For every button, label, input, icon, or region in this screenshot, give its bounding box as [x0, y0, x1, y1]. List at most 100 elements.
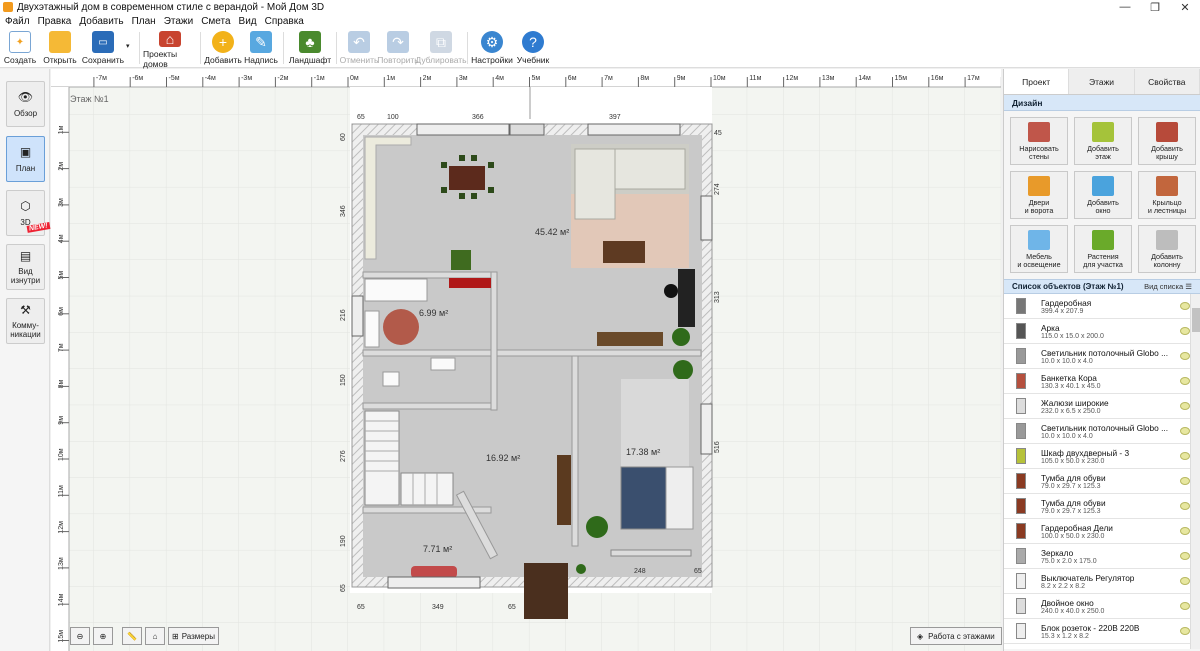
object-list-item[interactable]: Тумба для обуви 79.0 x 29.7 x 125.3 — [1004, 494, 1200, 519]
object-list-item[interactable]: Светильник потолочный Globo ... 10.0 x 10… — [1004, 419, 1200, 444]
object-list-item[interactable]: Арка 115.0 x 15.0 x 200.0 — [1004, 319, 1200, 344]
bedroom-window[interactable] — [610, 549, 692, 557]
visibility-eye-icon[interactable] — [1180, 577, 1190, 585]
bench-red[interactable] — [449, 278, 491, 288]
redo-button[interactable]: ↷ Повторить — [377, 28, 419, 68]
object-list-item[interactable]: Зеркало 75.0 x 2.0 x 175.0 — [1004, 544, 1200, 569]
object-list-item[interactable]: Жалюзи широкие 232.0 x 6.5 x 250.0 — [1004, 394, 1200, 419]
furniture-button[interactable]: Мебель и освещение — [1010, 225, 1068, 273]
overview-mode-button[interactable]: 👁 Обзор — [6, 81, 45, 127]
scrollbar-thumb[interactable] — [1192, 308, 1200, 332]
green-rug[interactable] — [451, 250, 471, 270]
open-button[interactable]: Открыть — [40, 28, 80, 68]
sideboard[interactable] — [597, 332, 663, 346]
bathtub[interactable] — [364, 278, 428, 302]
window[interactable] — [587, 123, 681, 136]
add-floor-button[interactable]: Добавить этаж — [1074, 117, 1132, 165]
window[interactable] — [351, 295, 364, 337]
floor-plan[interactable]: -7м -6м -5м -4м -3м -2м -1м 0м 1м 2м 3м 4м 5м 6м 7м 8м 9… — [51, 69, 1001, 651]
tutorial-button[interactable]: ? Учебник — [513, 28, 553, 68]
visibility-eye-icon[interactable] — [1180, 602, 1190, 610]
menu-floors[interactable]: Этажи — [164, 16, 194, 27]
create-button[interactable]: ✦ Создать — [0, 28, 40, 68]
interior-wall[interactable] — [362, 271, 498, 279]
dining-table[interactable] — [449, 166, 485, 190]
visibility-eye-icon[interactable] — [1180, 527, 1190, 535]
object-list-scrollbar[interactable] — [1190, 294, 1200, 649]
object-list-item[interactable]: Двойное окно 240.0 x 40.0 x 250.0 — [1004, 594, 1200, 619]
object-list-item[interactable]: Тумба для обуви 79.0 x 29.7 x 125.3 — [1004, 469, 1200, 494]
visibility-eye-icon[interactable] — [1180, 477, 1190, 485]
add-roof-button[interactable]: Добавить крышу — [1138, 117, 1196, 165]
door[interactable] — [509, 123, 545, 136]
visibility-eye-icon[interactable] — [1180, 327, 1190, 335]
visibility-eye-icon[interactable] — [1180, 402, 1190, 410]
window[interactable] — [700, 403, 713, 455]
staircase[interactable] — [364, 410, 400, 506]
tab-floors[interactable]: Этажи — [1069, 69, 1135, 94]
tab-properties[interactable]: Свойства — [1134, 69, 1200, 94]
landscape-button[interactable]: ♣ Ландшафт — [287, 28, 333, 68]
object-list-item[interactable]: Гардеробная Дели 100.0 x 50.0 x 230.0 — [1004, 519, 1200, 544]
settings-button[interactable]: ⚙ Настройки — [471, 28, 513, 68]
add-window-button[interactable]: Добавить окно — [1074, 171, 1132, 219]
wc-sink[interactable] — [430, 357, 456, 371]
menu-add[interactable]: Добавить — [79, 16, 123, 27]
porch-stairs-button[interactable]: Крыльцо и лестницы — [1138, 171, 1196, 219]
zoom-out-button[interactable]: ⊖ — [70, 627, 90, 645]
floors-button[interactable]: ◈ Работа с этажами — [910, 627, 1002, 645]
object-list-item[interactable]: Гардеробная 399.4 x 207.9 — [1004, 294, 1200, 319]
add-column-button[interactable]: Добавить колонну — [1138, 225, 1196, 273]
plants-button[interactable]: Растения для участка — [1074, 225, 1132, 273]
visibility-eye-icon[interactable] — [1180, 352, 1190, 360]
banquette[interactable] — [411, 566, 457, 578]
save-button[interactable]: ▭ Сохранить — [80, 28, 126, 68]
menu-estimate[interactable]: Смета — [201, 16, 230, 27]
visibility-eye-icon[interactable] — [1180, 627, 1190, 635]
plan-mode-button[interactable]: ▣ План — [6, 136, 45, 182]
visibility-eye-icon[interactable] — [1180, 427, 1190, 435]
toilet[interactable] — [382, 371, 400, 387]
maximize-button[interactable]: ❐ — [1140, 1, 1170, 14]
interior-wall[interactable] — [490, 271, 498, 411]
window[interactable] — [416, 123, 510, 136]
object-list-item[interactable]: Банкетка Кора 130.3 x 40.1 x 45.0 — [1004, 369, 1200, 394]
menu-view[interactable]: Вид — [239, 16, 257, 27]
save-dropdown-icon[interactable]: ▾ — [126, 28, 136, 50]
doors-button[interactable]: Двери и ворота — [1010, 171, 1068, 219]
home-button[interactable]: ⌂ — [145, 627, 165, 645]
draw-walls-button[interactable]: Нарисовать стены — [1010, 117, 1068, 165]
sofa[interactable] — [574, 148, 616, 220]
communications-button[interactable]: ⚒ Комму- никации — [6, 298, 45, 344]
window[interactable] — [387, 576, 481, 589]
zoom-in-button[interactable]: ⊕ — [93, 627, 113, 645]
porch-deck[interactable] — [524, 563, 568, 619]
coffee-table[interactable] — [603, 241, 645, 263]
visibility-eye-icon[interactable] — [1180, 302, 1190, 310]
interior-wall[interactable] — [571, 355, 579, 547]
object-list-item[interactable]: Выключатель Регулятор 8.2 x 2.2 x 8.2 — [1004, 569, 1200, 594]
visibility-eye-icon[interactable] — [1180, 452, 1190, 460]
interior-wall[interactable] — [362, 349, 702, 357]
menu-file[interactable]: Файл — [5, 16, 30, 27]
piano[interactable] — [678, 269, 695, 327]
interior-wall[interactable] — [362, 402, 492, 410]
inside-view-button[interactable]: ▤ Вид изнутри — [6, 244, 45, 290]
menu-edit[interactable]: Правка — [38, 16, 72, 27]
menu-help[interactable]: Справка — [265, 16, 304, 27]
visibility-eye-icon[interactable] — [1180, 552, 1190, 560]
chair-round[interactable] — [664, 284, 678, 298]
object-list-item[interactable]: Светильник потолочный Globo ... 10.0 x 10… — [1004, 344, 1200, 369]
add-button[interactable]: + Добавить — [204, 28, 242, 68]
visibility-eye-icon[interactable] — [1180, 377, 1190, 385]
plan-canvas[interactable]: -7м -6м -5м -4м -3м -2м -1м 0м 1м 2м 3м 4м 5м 6м 7м 8м 9… — [51, 69, 1001, 651]
duplicate-button[interactable]: ⧉ Дублировать — [415, 28, 467, 68]
wardrobe[interactable] — [557, 455, 571, 525]
object-list-item[interactable]: Шкаф двухдверный - 3 105.0 x 50.0 x 230.0 — [1004, 444, 1200, 469]
tab-project[interactable]: Проект — [1004, 69, 1070, 94]
label-button[interactable]: ✎ Надпись — [242, 28, 280, 68]
house-projects-button[interactable]: ⌂ Проекты домов — [143, 28, 197, 69]
window[interactable] — [700, 195, 713, 241]
menu-plan[interactable]: План — [132, 16, 156, 27]
minimize-button[interactable]: — — [1110, 1, 1140, 13]
